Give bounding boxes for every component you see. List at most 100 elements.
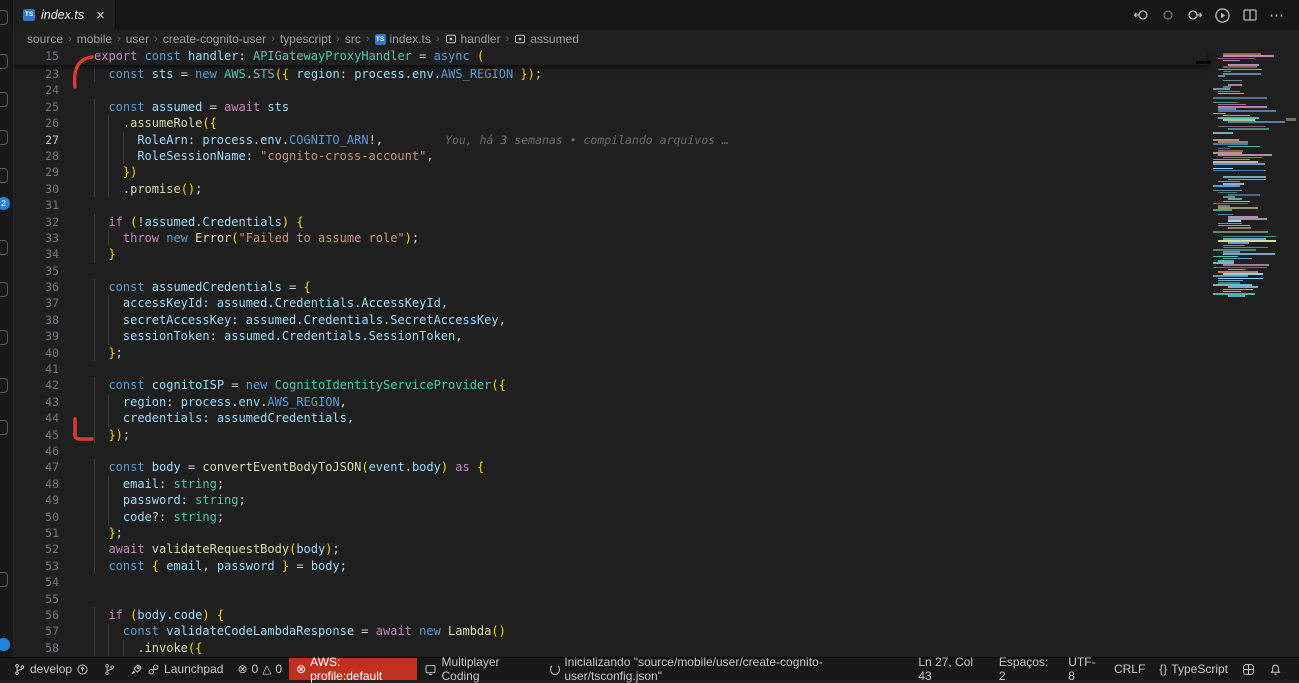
nav-circle-icon[interactable] xyxy=(1160,7,1176,23)
code-lines[interactable]: 23 const sts = new AWS.STS({ region: proc… xyxy=(13,66,1299,656)
code-line[interactable]: 36 const assumedCredentials = { xyxy=(13,279,1299,295)
code-line[interactable]: 37 accessKeyId: assumed.Credentials.Acces… xyxy=(13,295,1299,311)
activity-bar-partial-icon[interactable] xyxy=(0,420,8,435)
code-line[interactable]: 34} xyxy=(13,246,1299,262)
code-line[interactable]: 26 .assumeRole({ xyxy=(13,115,1299,131)
code-line[interactable]: 27 RoleArn: process.env.COGNITO_ARN!, You,… xyxy=(13,132,1299,148)
line-number[interactable]: 33 xyxy=(13,230,67,246)
split-editor-icon[interactable] xyxy=(1242,7,1258,23)
status-item-feedback[interactable] xyxy=(1235,658,1262,680)
activity-bar-partial-icon[interactable] xyxy=(0,168,8,183)
line-number[interactable]: 34 xyxy=(13,246,67,262)
code-line[interactable]: 24 xyxy=(13,82,1299,98)
status-item-cursor-position[interactable]: Ln 27, Col 43 xyxy=(911,655,992,683)
activity-bar-partial-icon[interactable] xyxy=(0,330,8,345)
close-icon[interactable]: × xyxy=(96,8,105,23)
status-item-problems[interactable]: ⊗ 0 △ 0 xyxy=(230,658,289,680)
line-number[interactable]: 51 xyxy=(13,525,67,541)
code-line[interactable]: 48 email: string; xyxy=(13,476,1299,492)
code-line[interactable]: 40}; xyxy=(13,345,1299,361)
code-line[interactable]: 45}); xyxy=(13,427,1299,443)
line-number[interactable]: 53 xyxy=(13,558,67,574)
line-number[interactable]: 45 xyxy=(13,427,67,443)
line-number[interactable]: 38 xyxy=(13,312,67,328)
source-control-badge[interactable]: 2 xyxy=(0,197,10,210)
code-line[interactable]: 49 password: string; xyxy=(13,492,1299,508)
code-line[interactable]: 28 RoleSessionName: "cognito-cross-accoun… xyxy=(13,148,1299,164)
line-number[interactable]: 32 xyxy=(13,214,67,230)
code-line[interactable]: 43 region: process.env.AWS_REGION, xyxy=(13,394,1299,410)
activity-bar-partial-icon[interactable] xyxy=(0,10,8,25)
status-item-notifications[interactable] xyxy=(1262,658,1289,680)
status-item-eol[interactable]: CRLF xyxy=(1107,658,1152,680)
status-item-multiplayer[interactable]: Multiplayer Coding xyxy=(417,655,542,683)
line-number[interactable]: 57 xyxy=(13,623,67,639)
activity-bar-partial-icon[interactable] xyxy=(0,378,8,393)
minimap[interactable] xyxy=(1211,51,1285,304)
line-number[interactable]: 37 xyxy=(13,295,67,311)
code-line[interactable]: 57 const validateCodeLambdaResponse = awa… xyxy=(13,623,1299,639)
line-number[interactable]: 23 xyxy=(13,66,67,82)
code-line[interactable]: 55 xyxy=(13,591,1299,607)
line-number[interactable]: 52 xyxy=(13,541,67,557)
breadcrumb-item-mobile[interactable]: mobile xyxy=(77,32,112,46)
code-line[interactable]: 47 const body = convertEventBodyToJSON(ev… xyxy=(13,459,1299,475)
code-editor[interactable]: 15 export const handler: APIGatewayProxyH… xyxy=(13,48,1299,658)
sticky-scroll-line[interactable]: 15 export const handler: APIGatewayProxyH… xyxy=(13,48,1207,65)
line-number[interactable]: 42 xyxy=(13,377,67,393)
status-item-indentation[interactable]: Espaços: 2 xyxy=(992,655,1061,683)
code-line[interactable]: 23 const sts = new AWS.STS({ region: proc… xyxy=(13,66,1299,82)
line-number[interactable]: 24 xyxy=(13,82,67,98)
code-line[interactable]: 42 const cognitoISP = new CognitoIdentity… xyxy=(13,377,1299,393)
line-number[interactable]: 46 xyxy=(13,443,67,459)
code-line[interactable]: 35 xyxy=(13,263,1299,279)
run-debug-icon[interactable] xyxy=(1214,7,1231,24)
status-item-compare-branch[interactable] xyxy=(96,658,123,680)
code-line[interactable]: 38 secretAccessKey: assumed.Credentials.S… xyxy=(13,312,1299,328)
line-number[interactable]: 48 xyxy=(13,476,67,492)
breadcrumb-item-index-ts[interactable]: TS index.ts xyxy=(374,32,431,46)
more-actions-icon[interactable]: ⋯ xyxy=(1269,6,1285,24)
code-line[interactable]: 44 credentials: assumedCredentials, xyxy=(13,410,1299,426)
code-line[interactable]: 33 throw new Error("Failed to assume role… xyxy=(13,230,1299,246)
line-number[interactable]: 58 xyxy=(13,640,67,656)
activity-bar-partial-icon[interactable] xyxy=(0,240,8,255)
code-line[interactable]: 54 xyxy=(13,574,1299,590)
line-number[interactable]: 41 xyxy=(13,361,67,377)
line-number[interactable]: 40 xyxy=(13,345,67,361)
breadcrumb-item-assumed[interactable]: assumed xyxy=(514,32,579,46)
line-number[interactable]: 49 xyxy=(13,492,67,508)
line-number[interactable]: 36 xyxy=(13,279,67,295)
line-number[interactable]: 25 xyxy=(13,99,67,115)
tab-index-ts[interactable]: TS index.ts × xyxy=(13,0,116,30)
code-line[interactable]: 51}; xyxy=(13,525,1299,541)
code-line[interactable]: 39 sessionToken: assumed.Credentials.Sess… xyxy=(13,328,1299,344)
code-line[interactable]: 50 code?: string; xyxy=(13,509,1299,525)
line-number[interactable]: 28 xyxy=(13,148,67,164)
activity-bar-partial-icon[interactable] xyxy=(0,572,8,587)
activity-bar[interactable]: 2 xyxy=(0,0,14,658)
line-number[interactable]: 31 xyxy=(13,197,67,213)
line-number[interactable]: 15 xyxy=(13,48,67,64)
activity-bar-partial-icon[interactable] xyxy=(0,92,8,107)
status-item-init-task[interactable]: Inicializando "source/mobile/user/create… xyxy=(543,655,912,683)
code-line[interactable]: 52 await validateRequestBody(body); xyxy=(13,541,1299,557)
line-number[interactable]: 26 xyxy=(13,115,67,131)
code-line[interactable]: 58 .invoke({ xyxy=(13,640,1299,656)
line-number[interactable]: 29 xyxy=(13,164,67,180)
line-number[interactable]: 50 xyxy=(13,509,67,525)
breadcrumb-item-create-cognito-user[interactable]: create-cognito-user xyxy=(163,32,266,46)
line-number[interactable]: 44 xyxy=(13,410,67,426)
code-line[interactable]: 32 if (!assumed.Credentials) { xyxy=(13,214,1299,230)
breadcrumb-item-src[interactable]: src xyxy=(345,32,361,46)
code-line[interactable]: 56 if (body.code) { xyxy=(13,607,1299,623)
code-line[interactable]: 30 .promise(); xyxy=(13,181,1299,197)
breadcrumb-item-source[interactable]: source xyxy=(27,32,63,46)
status-item-launchpad[interactable]: Launchpad xyxy=(123,658,230,680)
breadcrumb-item-handler[interactable]: handler xyxy=(445,32,501,46)
breadcrumb-item-typescript[interactable]: typescript xyxy=(280,32,331,46)
line-number[interactable]: 54 xyxy=(13,574,67,590)
line-number[interactable]: 47 xyxy=(13,459,67,475)
status-item-language-mode[interactable]: {} TypeScript xyxy=(1152,658,1235,680)
breadcrumb-item-user[interactable]: user xyxy=(126,32,149,46)
